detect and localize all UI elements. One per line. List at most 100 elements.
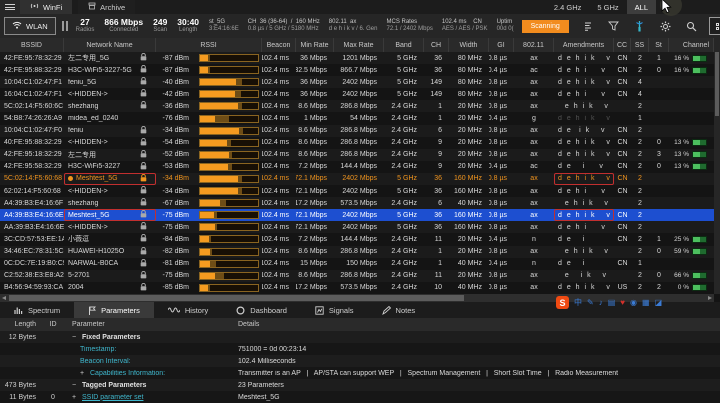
collapse-icon[interactable]: − xyxy=(72,382,78,389)
rssi-bar-history xyxy=(239,128,243,134)
table-row[interactable]: 42:FE:95:78:32:29左二专用_5G-87 dBm102.4 ms3… xyxy=(0,52,714,64)
cell-channel: 13 % xyxy=(669,137,714,149)
column-header-channel[interactable]: Channel xyxy=(669,38,714,52)
table-row[interactable]: C2:52:38:E3:E8:A25-2701-75 dBm102.4 ms8.… xyxy=(0,270,714,282)
column-header-802-11[interactable]: 802.11 xyxy=(514,38,554,52)
column-header-ss[interactable]: SS xyxy=(631,38,649,52)
sogou-keyboard-icon[interactable]: ▤ xyxy=(608,299,616,307)
table-row[interactable]: 34:46:EC:78:31:5CHUAWEI-H1025O-82 dBm102… xyxy=(0,246,714,258)
tab-parameters[interactable]: Parameters xyxy=(74,302,154,318)
table-row[interactable]: 40:FE:95:88:32:29<-HIDDEN->-54 dBm102.4 … xyxy=(0,137,714,149)
column-header-st[interactable]: St xyxy=(649,38,669,52)
parameter-label[interactable]: Beacon Interval: xyxy=(80,358,131,365)
tab-dashboard[interactable]: Dashboard xyxy=(222,302,301,318)
sogou-logo-icon[interactable]: S xyxy=(556,296,569,309)
column-header-band[interactable]: Band xyxy=(384,38,424,52)
parameter-label[interactable]: Capabilities Information: xyxy=(90,370,165,377)
table-row[interactable]: 10:04:C1:02:47:F0feniu-34 dBm102.4 ms8.6… xyxy=(0,125,714,137)
table-row[interactable]: 10:04:C1:02:47:F1feniu_5G-40 dBm102.4 ms… xyxy=(0,76,714,88)
detail-row[interactable]: Timestamp: 751000 = 0d 00:23:14 xyxy=(0,343,720,355)
cell-width: 20 MHz xyxy=(449,125,489,137)
cell-channel xyxy=(669,173,714,185)
column-header-max-rate[interactable]: Max Rate xyxy=(334,38,384,52)
antenna-tools-icon[interactable] xyxy=(633,19,647,33)
cell-band: 2.4 GHz xyxy=(384,112,424,124)
view-selector-dropdown[interactable]: Default View xyxy=(709,17,720,35)
table-row[interactable]: 42:FE:95:18:32:29左二专用-52 dBm102.4 ms8.6 … xyxy=(0,149,714,161)
detail-row[interactable]: +Capabilities Information:Transmitter is… xyxy=(0,367,720,379)
detail-details: 751000 = 0d 00:23:14 xyxy=(236,346,720,353)
cell-cc: CN xyxy=(614,52,631,64)
column-header-cc[interactable]: CC xyxy=(614,38,631,52)
column-header-amendments[interactable]: Amendments xyxy=(554,38,614,52)
sogou-skin-icon[interactable]: ♥ xyxy=(620,299,625,307)
cell-cc: CN xyxy=(614,209,631,221)
tab-spectrum[interactable]: Spectrum xyxy=(0,302,74,318)
table-row[interactable]: 54:B8:74:26:26:A9midea_ed_0240-76 dBm102… xyxy=(0,112,714,124)
column-header-beacon[interactable]: Beacon xyxy=(262,38,296,52)
table-row[interactable]: 5C:02:14:F5:60:6Cshezhang-36 dBm102.4 ms… xyxy=(0,100,714,112)
scroll-left-arrow-icon[interactable] xyxy=(2,296,6,300)
vertical-scrollbar[interactable] xyxy=(714,38,720,294)
scroll-right-arrow-icon[interactable] xyxy=(708,296,712,300)
tab-archive[interactable]: Archive xyxy=(78,0,135,14)
band-tab-5ghz[interactable]: 5 GHz xyxy=(589,0,626,14)
chevron-up-icon[interactable] xyxy=(656,0,674,14)
info-line2: AES / AES / PSK xyxy=(442,26,488,34)
column-header-min-rate[interactable]: Min Rate xyxy=(296,38,334,52)
hamburger-menu-icon[interactable] xyxy=(0,0,20,14)
column-header-gi[interactable]: GI xyxy=(489,38,514,52)
table-row[interactable]: AA:39:B3:E4:16:6E<-HIDDEN->-75 dBm102.4 … xyxy=(0,221,714,233)
cell-rssi-bar xyxy=(196,270,262,282)
expand-icon[interactable]: + xyxy=(72,394,78,401)
stat-label: Radios xyxy=(76,27,95,34)
sogou-more-icon[interactable]: ◪ xyxy=(655,299,663,307)
sogou-mic-icon[interactable]: ♪ xyxy=(599,299,603,307)
filter-funnel-icon[interactable] xyxy=(607,19,621,33)
table-row[interactable]: A4:39:B3:E4:16:6EMeshtest_5G-75 dBm102.4… xyxy=(0,209,714,221)
table-row[interactable]: 3C:CD:57:53:EE:1A小薇逗-84 dBm102.4 ms7.2 M… xyxy=(0,233,714,245)
band-tab-all[interactable]: ALL xyxy=(627,0,656,14)
horizontal-scrollbar-thumb[interactable] xyxy=(9,295,464,301)
table-row[interactable]: 5C:02:14:F5:60:68Meshtest_5G-34 dBm102.4… xyxy=(0,173,714,185)
sogou-toolbox-icon[interactable]: ▦ xyxy=(642,299,650,307)
settings-gear-icon[interactable] xyxy=(659,19,673,33)
table-row[interactable]: 42:FE:95:58:32:29H3C-WiFi5-3227-53 dBm10… xyxy=(0,161,714,173)
scanning-button[interactable]: Scanning xyxy=(522,20,569,33)
detail-row[interactable]: Beacon Interval:102.4 Milliseconds xyxy=(0,355,720,367)
rssi-bar-history xyxy=(215,116,230,122)
table-row[interactable]: 16:04:C1:02:47:F1<-HIDDEN->-42 dBm102.4 … xyxy=(0,88,714,100)
detail-row[interactable]: 11 Bytes0+SSID parameter setMeshtest_5G xyxy=(0,391,720,403)
search-icon[interactable] xyxy=(685,19,699,33)
table-row[interactable]: 42:FE:95:88:32:29H3C-WiFi5-3227-5G-87 dB… xyxy=(0,64,714,76)
sogou-game-icon[interactable]: ◉ xyxy=(630,299,637,307)
cell-channel xyxy=(669,125,714,137)
column-header-bssid[interactable]: BSSID xyxy=(0,38,64,52)
band-tab-24ghz[interactable]: 2.4 GHz xyxy=(546,0,590,14)
detail-row[interactable]: 12 Bytes−Fixed Parameters xyxy=(0,331,720,343)
tab-history[interactable]: History xyxy=(154,302,222,318)
table-row[interactable]: 0C:DC:7E:19:B0:C9NARWAL-B0CA-81 dBm102.4… xyxy=(0,258,714,270)
column-header-network-name[interactable]: Network Name xyxy=(64,38,156,52)
expand-icon[interactable]: + xyxy=(80,370,86,377)
column-header-rssi[interactable]: RSSI xyxy=(156,38,262,52)
parameter-label[interactable]: SSID parameter set xyxy=(82,394,143,401)
vertical-scrollbar-thumb[interactable] xyxy=(715,52,719,116)
pause-icon[interactable] xyxy=(62,21,68,31)
tab-signals[interactable]: Signals xyxy=(301,302,368,318)
table-row[interactable]: A4:39:B3:E4:16:6Fshezhang-67 dBm102.4 ms… xyxy=(0,197,714,209)
wlan-adapter-button[interactable]: WLAN xyxy=(4,17,56,35)
tab-notes[interactable]: Notes xyxy=(368,302,430,318)
table-row[interactable]: B4:56:94:59:93:CA2004-85 dBm102.4 ms17.2… xyxy=(0,282,714,294)
cell-ch: 36 xyxy=(424,52,449,64)
collapse-icon[interactable]: − xyxy=(72,334,78,341)
detail-row[interactable]: 473 Bytes−Tagged Parameters23 Parameters xyxy=(0,379,720,391)
column-header-ch[interactable]: CH xyxy=(424,38,449,52)
list-options-icon[interactable] xyxy=(581,19,595,33)
sogou-chinese-mode-icon[interactable]: 中 xyxy=(574,299,582,307)
parameter-label[interactable]: Timestamp: xyxy=(80,346,116,353)
sogou-pen-icon[interactable]: ✎ xyxy=(587,299,594,307)
tab-winfi[interactable]: WinFi xyxy=(20,0,72,14)
column-header-width[interactable]: Width xyxy=(449,38,489,52)
table-row[interactable]: 62:02:14:F5:60:68<-HIDDEN->-34 dBm102.4 … xyxy=(0,185,714,197)
